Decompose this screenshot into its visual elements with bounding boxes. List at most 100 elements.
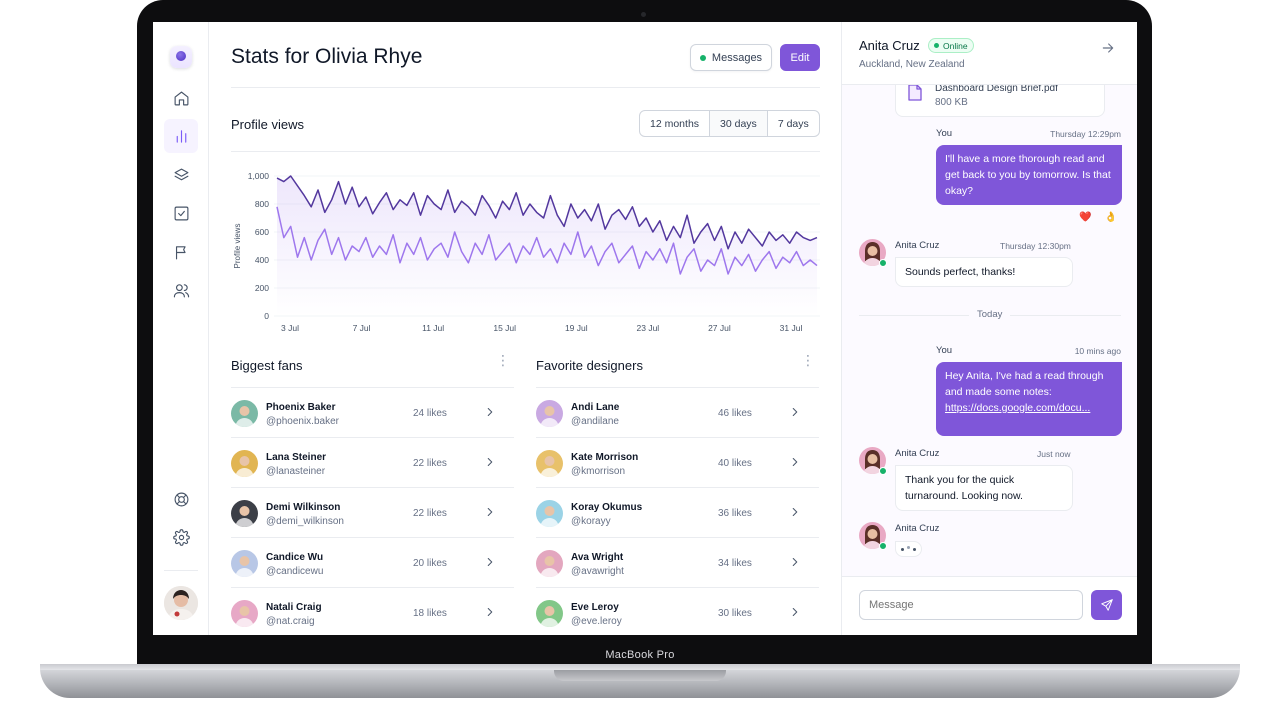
person-handle: @eve.leroy [571, 616, 622, 627]
messages-button-label: Messages [711, 51, 763, 64]
avatar [536, 600, 563, 627]
logo [170, 46, 192, 68]
home-icon[interactable] [164, 81, 198, 115]
message-reactions[interactable]: ❤️ 👌 [1079, 212, 1117, 223]
list-item[interactable]: Phoenix Baker @phoenix.baker 24 likes [231, 388, 514, 438]
chevron-right-icon[interactable] [788, 405, 802, 419]
likes-count: 36 likes [718, 508, 752, 519]
chevron-right-icon[interactable] [788, 505, 802, 519]
x-tick-label: 3 Jul [281, 323, 299, 333]
person-name: Demi Wilkinson [266, 502, 341, 513]
file-icon [908, 84, 922, 101]
person-name: Kate Morrison [571, 452, 639, 463]
person-handle: @demi_wilkinson [266, 516, 344, 527]
life-buoy-icon[interactable] [164, 482, 198, 516]
y-tick-label: 800 [255, 199, 269, 209]
chevron-right-icon[interactable] [483, 505, 497, 519]
message-bubble-incoming: Thank you for the quick turnaround. Look… [895, 465, 1073, 511]
range-selector: 12 months 30 days 7 days [639, 110, 820, 137]
avatar [536, 500, 563, 527]
message-link[interactable]: https://docs.google.com/docu... [945, 402, 1090, 414]
flag-icon[interactable] [164, 235, 198, 269]
person-handle: @avawright [571, 566, 624, 577]
avatar [231, 400, 258, 427]
arrow-right-icon[interactable] [1100, 40, 1116, 56]
camera [641, 12, 646, 17]
file-size: 800 KB [935, 97, 968, 108]
list-item[interactable]: Demi Wilkinson @demi_wilkinson 22 likes [231, 488, 514, 538]
range-30-days[interactable]: 30 days [710, 111, 768, 136]
list-item[interactable]: Koray Okumus @korayy 36 likes [536, 488, 819, 538]
chat-contact-location: Auckland, New Zealand [859, 59, 965, 70]
person-name: Andi Lane [571, 402, 620, 413]
chevron-right-icon[interactable] [788, 455, 802, 469]
chevron-right-icon[interactable] [483, 405, 497, 419]
main-content: Stats for Olivia Rhye Messages Edit Prof… [231, 22, 821, 635]
ok-hand-reaction[interactable]: 👌 [1104, 212, 1116, 223]
avatar[interactable] [164, 586, 198, 620]
list-item[interactable]: Candice Wu @candicewu 20 likes [231, 538, 514, 588]
biggest-fans-title: Biggest fans [231, 358, 303, 373]
likes-count: 24 likes [413, 408, 447, 419]
avatar [536, 550, 563, 577]
person-name: Ava Wright [571, 552, 624, 563]
chevron-right-icon[interactable] [788, 555, 802, 569]
person-name: Natali Craig [266, 602, 322, 613]
status-badge-label: Online [943, 40, 968, 51]
settings-icon[interactable] [164, 520, 198, 554]
messages-button[interactable]: Messages [690, 44, 772, 71]
chevron-right-icon[interactable] [483, 605, 497, 619]
chat-contact-name: Anita Cruz [859, 38, 920, 53]
page-title: Stats for Olivia Rhye [231, 45, 423, 68]
chat-panel: Dashboard Design Brief.pdf 800 KB Anita … [841, 22, 1137, 635]
divider [231, 87, 820, 88]
range-7-days[interactable]: 7 days [768, 111, 819, 136]
layers-icon[interactable] [164, 158, 198, 192]
range-12-months[interactable]: 12 months [640, 111, 711, 136]
likes-count: 46 likes [718, 408, 752, 419]
y-tick-label: 1,000 [248, 171, 270, 181]
chevron-right-icon[interactable] [788, 605, 802, 619]
profile-views-title: Profile views [231, 117, 304, 132]
person-name: Eve Leroy [571, 602, 619, 613]
message-bubble-outgoing: I'll have a more thorough read and get b… [936, 145, 1122, 205]
message-sender: Anita Cruz [895, 523, 940, 534]
y-tick-label: 0 [264, 311, 269, 321]
divider [231, 151, 820, 152]
message-time: Thursday 12:29pm [1050, 129, 1121, 139]
avatar [536, 450, 563, 477]
more-options-icon[interactable]: ⋮ [496, 353, 510, 367]
check-square-icon[interactable] [164, 196, 198, 230]
heart-reaction[interactable]: ❤️ [1079, 212, 1091, 223]
message-input[interactable] [859, 590, 1083, 620]
list-item[interactable]: Ava Wright @avawright 34 likes [536, 538, 819, 588]
list-item[interactable]: Kate Morrison @kmorrison 40 likes [536, 438, 819, 488]
person-handle: @korayy [571, 516, 611, 527]
chat-composer [842, 576, 1137, 635]
biggest-fans-panel: Biggest fans ⋮ Phoenix Baker @phoenix.bak… [231, 352, 514, 635]
send-button[interactable] [1091, 590, 1122, 620]
chat-avatar [859, 447, 887, 475]
x-tick-label: 27 Jul [708, 323, 731, 333]
list-item[interactable]: Andi Lane @andilane 46 likes [536, 388, 819, 438]
person-name: Lana Steiner [266, 452, 327, 463]
y-tick-label: 200 [255, 283, 269, 293]
typing-indicator [895, 541, 922, 557]
list-item[interactable]: Eve Leroy @eve.leroy 30 likes [536, 588, 819, 635]
series-area [277, 176, 817, 316]
users-icon[interactable] [164, 273, 198, 307]
edit-button[interactable]: Edit [780, 44, 820, 71]
send-icon [1100, 599, 1113, 611]
message-bubble-incoming: Sounds perfect, thanks! [895, 257, 1073, 287]
chevron-right-icon[interactable] [483, 555, 497, 569]
status-dot [699, 54, 706, 61]
y-tick-label: 600 [255, 227, 269, 237]
laptop-notch [554, 670, 726, 681]
more-options-icon[interactable]: ⋮ [801, 353, 815, 367]
chevron-right-icon[interactable] [483, 455, 497, 469]
list-item[interactable]: Natali Craig @nat.craig 18 likes [231, 588, 514, 635]
list-item[interactable]: Lana Steiner @lanasteiner 22 likes [231, 438, 514, 488]
bar-chart-icon[interactable] [164, 119, 198, 153]
avatar [536, 400, 563, 427]
status-badge: Online [928, 38, 974, 53]
